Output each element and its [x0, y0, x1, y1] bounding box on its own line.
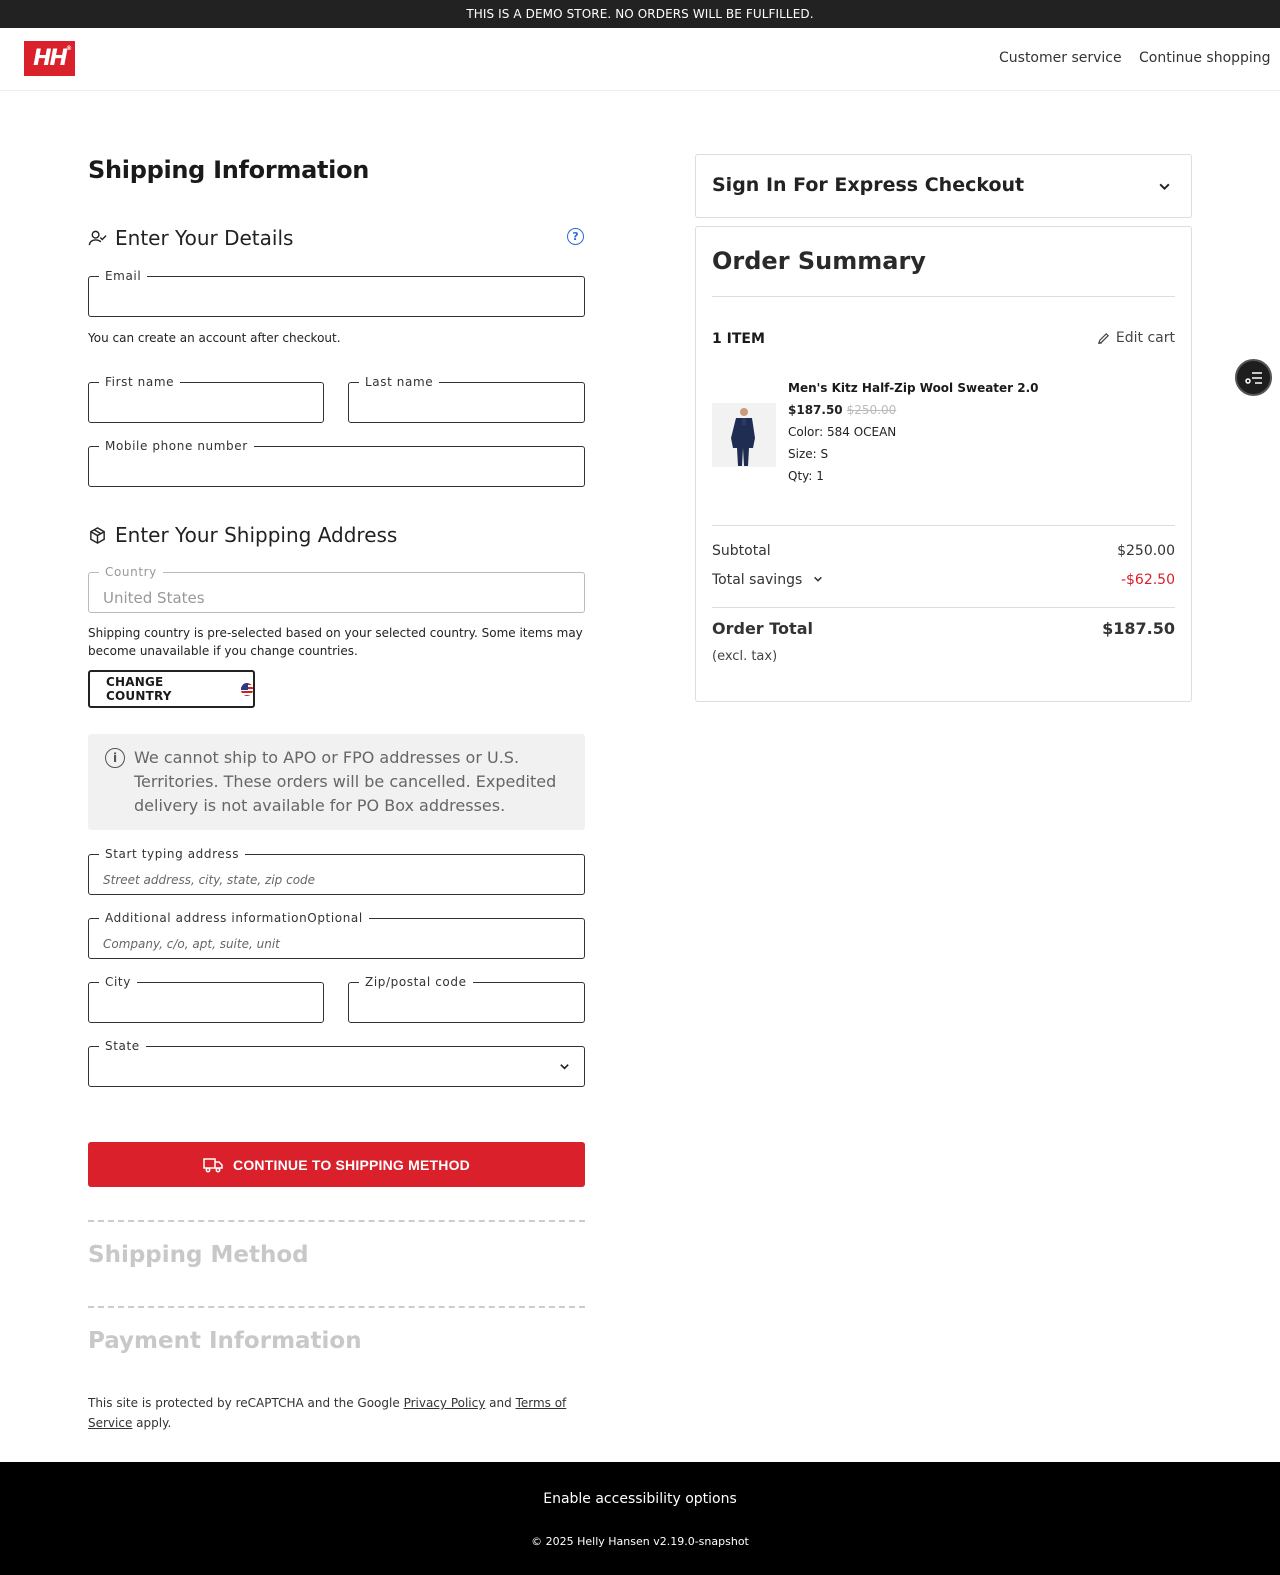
page-title: Shipping Information [88, 156, 370, 184]
account-hint: You can create an account after checkout… [88, 331, 341, 345]
savings-label: Total savings [712, 572, 803, 588]
first-name-field[interactable]: First name [88, 375, 324, 423]
demo-banner-text: THIS IS A DEMO STORE. NO ORDERS WILL BE … [466, 7, 814, 21]
express-checkout-title: Sign In For Express Checkout [712, 174, 1025, 196]
change-country-button[interactable]: CHANGE COUNTRY [88, 670, 255, 708]
continue-button-label: CONTINUE TO SHIPPING METHOD [233, 1156, 470, 1173]
savings-value: -$62.50 [1120, 572, 1175, 588]
recaptcha-suffix: apply. [132, 1416, 172, 1430]
state-select[interactable]: State [88, 1039, 585, 1087]
subtotal-value: $250.00 [1117, 543, 1175, 559]
order-total-label: Order Total [712, 619, 813, 638]
zip-field[interactable]: Zip/postal code [348, 975, 585, 1023]
edit-cart-link[interactable]: Edit cart [1097, 330, 1175, 346]
last-name-input[interactable] [349, 383, 584, 422]
site-header: HH ® Customer service Continue shopping [0, 28, 1280, 91]
order-summary-title: Order Summary [712, 247, 926, 275]
demo-banner: THIS IS A DEMO STORE. NO ORDERS WILL BE … [0, 0, 1280, 28]
hh-logo[interactable]: HH ® [24, 41, 75, 76]
customer-service-link[interactable]: Customer service [999, 50, 1122, 66]
address-input[interactable] [89, 855, 584, 894]
additional-address-field[interactable]: Additional address informationOptional [88, 911, 585, 959]
product-color: Color: 584 OCEAN [788, 425, 897, 439]
continue-to-shipping-method-button[interactable]: CONTINUE TO SHIPPING METHOD [88, 1142, 585, 1187]
recaptcha-prefix: This site is protected by reCAPTCHA and … [88, 1396, 404, 1410]
address-heading-text: Enter Your Shipping Address [115, 523, 398, 547]
divider [712, 607, 1175, 608]
savings-row[interactable]: Total savings -$62.50 [712, 572, 1175, 588]
express-checkout-accordion[interactable]: Sign In For Express Checkout [695, 154, 1192, 218]
city-input[interactable] [89, 983, 323, 1022]
shipping-notice: i We cannot ship to APO or FPO addresses… [88, 734, 585, 830]
last-name-field[interactable]: Last name [348, 375, 585, 423]
email-input[interactable] [89, 277, 584, 316]
product-name[interactable]: Men's Kitz Half-Zip Wool Sweater 2.0 [788, 381, 1039, 395]
us-flag-icon [240, 682, 253, 696]
country-hint: Shipping country is pre-selected based o… [88, 626, 583, 658]
mobile-phone-field[interactable]: Mobile phone number [88, 439, 585, 487]
chevron-down-icon [560, 1064, 569, 1070]
state-label: State [99, 1039, 146, 1053]
shipping-method-step: Shipping Method [88, 1242, 309, 1268]
chevron-down-icon [813, 576, 822, 582]
additional-address-input[interactable] [89, 919, 584, 958]
address-field[interactable]: Start typing address [88, 847, 585, 895]
divider [88, 1220, 585, 1222]
country-field: Country United States [88, 565, 585, 613]
product-image[interactable] [712, 403, 776, 467]
change-country-label: CHANGE COUNTRY [106, 675, 172, 703]
order-total-row: Order Total $187.50 [712, 619, 1175, 638]
address-heading: Enter Your Shipping Address [88, 523, 397, 547]
recaptcha-notice: This site is protected by reCAPTCHA and … [88, 1393, 598, 1433]
details-heading-text: Enter Your Details [115, 226, 294, 250]
shipping-notice-text: We cannot ship to APO or FPO addresses o… [134, 748, 557, 815]
product-price: $187.50 [788, 403, 843, 417]
zip-input[interactable] [349, 983, 584, 1022]
package-icon [90, 526, 105, 544]
tax-note: (excl. tax) [712, 649, 778, 664]
copyright: © 2025 Helly Hansen v2.19.0-snapshot [531, 1535, 749, 1548]
items-count: 1 ITEM [712, 331, 765, 347]
divider [712, 296, 1175, 297]
edit-cart-label: Edit cart [1115, 330, 1175, 346]
product-qty: Qty: 1 [788, 469, 824, 483]
floating-menu-button[interactable] [1235, 359, 1272, 396]
continue-shopping-link[interactable]: Continue shopping [1139, 50, 1271, 66]
privacy-policy-link[interactable]: Privacy Policy [404, 1396, 486, 1410]
product-price-row: $187.50 $250.00 [788, 403, 896, 417]
subtotal-label: Subtotal [712, 543, 771, 559]
help-icon[interactable]: ? [567, 228, 584, 245]
pencil-icon [1097, 332, 1109, 344]
list-toggle-icon [1244, 371, 1262, 384]
chevron-down-icon [1159, 183, 1170, 191]
product-size: Size: S [788, 447, 829, 461]
divider [712, 525, 1175, 526]
truck-icon [203, 1157, 223, 1172]
country-value: United States [103, 589, 205, 607]
order-summary: Order Summary 1 ITEM Edit cart Men's Kit… [695, 226, 1192, 702]
sweater-figure-icon [731, 408, 755, 466]
recaptcha-and: and [485, 1396, 516, 1410]
accessibility-options-link[interactable]: Enable accessibility options [0, 1491, 1280, 1507]
city-field[interactable]: City [88, 975, 324, 1023]
order-total-value: $187.50 [1102, 619, 1175, 638]
subtotal-row: Subtotal $250.00 [712, 543, 1175, 559]
info-icon: i [105, 748, 125, 768]
divider [88, 1306, 585, 1308]
details-heading: Enter Your Details [88, 226, 293, 250]
mobile-phone-input[interactable] [89, 447, 584, 486]
country-label: Country [99, 565, 163, 579]
email-field[interactable]: Email [88, 269, 585, 317]
site-footer: Enable accessibility options © 2025 Hell… [0, 1462, 1280, 1575]
savings-toggle[interactable]: Total savings [712, 572, 823, 588]
payment-information-step: Payment Information [88, 1328, 362, 1354]
user-check-icon [88, 230, 107, 245]
product-original-price: $250.00 [846, 403, 897, 417]
first-name-input[interactable] [89, 383, 323, 422]
